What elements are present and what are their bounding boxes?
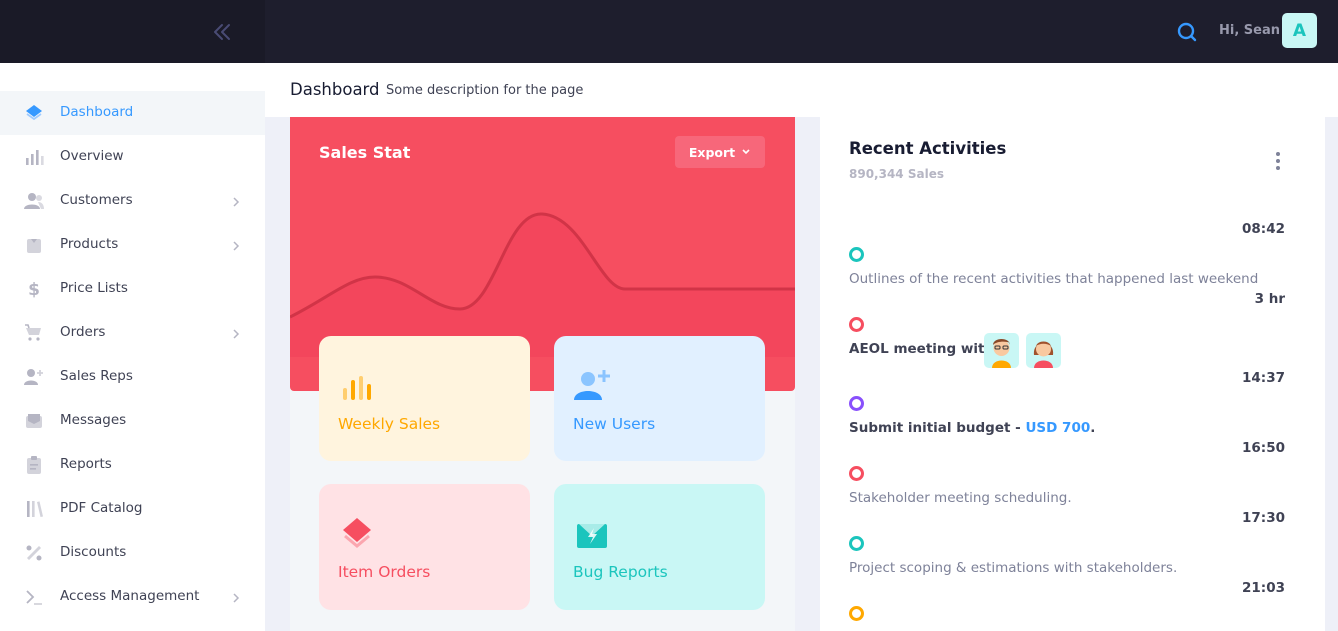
recent-activities-subtitle: 890,344 Sales [849,167,944,181]
new-users-label: New Users [573,415,656,433]
sidebar-item-customers[interactable]: Customers [0,179,265,223]
bar-chart-icon [337,366,377,406]
chevron-right-icon [230,590,242,604]
sales-stat-card: Sales Stat Export Weekly Sales New Users… [290,117,795,631]
activity-time: 3 hr [1254,291,1285,307]
new-users-tile[interactable]: New Users [554,336,765,461]
sidebar-item-sales-reps[interactable]: Sales Reps [0,355,265,399]
activity-amount[interactable]: USD 700 [1025,420,1090,436]
sidebar-item-discounts[interactable]: Discounts [0,531,265,575]
activity-dot [849,317,864,332]
activity-text: Project scoping & estimations with stake… [849,560,1178,576]
activity-dot [849,396,864,411]
sidebar-item-label: Access Management [60,588,200,604]
library-icon [23,498,45,520]
sidebar-item-overview[interactable]: Overview [0,135,265,179]
activity-text: Stakeholder meeting scheduling. [849,490,1072,506]
activity-dot [849,606,864,621]
activity-time: 14:37 [1242,370,1285,386]
recent-activities-title: Recent Activities [849,139,1007,158]
sales-wave-chart [290,212,795,357]
activity-dot [849,247,864,262]
sidebar-item-dashboard[interactable]: Dashboard [0,91,265,135]
activity-time: 08:42 [1242,221,1285,237]
activity-text: Submit initial budget - USD 700. [849,420,1095,436]
chevron-right-icon [230,326,242,340]
mail-notification-icon [572,514,612,554]
sidebar-item-messages[interactable]: Messages [0,399,265,443]
page-description: Some description for the page [386,83,584,98]
sidebar-item-price-lists[interactable]: $ Price Lists [0,267,265,311]
weekly-sales-label: Weekly Sales [338,415,441,433]
activity-time: 17:30 [1242,510,1285,526]
export-label: Export [688,144,736,160]
sales-stat-title: Sales Stat [319,143,411,162]
attendee-avatar[interactable] [984,333,1019,368]
activity-text-after: . [1090,420,1096,436]
layers-icon [23,102,45,124]
svg-text:$: $ [28,280,40,299]
more-options-icon[interactable] [1268,150,1288,172]
sidebar-item-label: Messages [60,412,127,428]
user-greeting[interactable]: Hi, Sean [1219,23,1280,38]
subheader: Dashboard Some description for the page [265,63,1338,117]
activity-time: 16:50 [1242,440,1285,456]
sidebar-item-products[interactable]: Products [0,223,265,267]
top-bar: Hi, Sean A [0,0,1338,63]
search-icon[interactable] [1176,21,1198,43]
bug-reports-tile[interactable]: Bug Reports [554,484,765,610]
brand-area [0,0,265,63]
sidebar-item-label: Customers [60,192,133,208]
item-orders-tile[interactable]: Item Orders [319,484,530,610]
box-icon [23,234,45,256]
bar-chart-icon [23,146,45,168]
cart-icon [23,322,45,344]
percent-icon [23,542,45,564]
sidebar-item-label: Dashboard [60,104,134,120]
sidebar-item-label: Orders [60,324,106,340]
dollar-icon: $ [23,278,45,300]
recent-activities-card: Recent Activities 890,344 Sales 08:42 Ou… [820,117,1325,631]
activity-time: 21:03 [1242,580,1285,596]
sidebar-item-label: Reports [60,456,112,472]
chevron-down-icon [742,149,750,155]
user-avatar[interactable]: A [1282,13,1317,48]
chevron-right-icon [230,194,242,208]
activity-dot [849,466,864,481]
sidebar-item-label: PDF Catalog [60,500,143,516]
sidebar-item-reports[interactable]: Reports [0,443,265,487]
bug-reports-label: Bug Reports [573,563,668,581]
terminal-icon [23,586,45,608]
attendee-avatar[interactable] [1026,333,1061,368]
sidebar-item-label: Products [60,236,119,252]
add-user-icon [23,366,45,388]
weekly-sales-tile[interactable]: Weekly Sales [319,336,530,461]
sidebar-item-orders[interactable]: Orders [0,311,265,355]
activity-text-before: Submit initial budget - [849,420,1026,436]
activity-dot [849,536,864,551]
sidebar: Dashboard Overview Customers Products $ … [0,63,265,631]
sidebar-item-label: Sales Reps [60,368,133,384]
activity-text: Outlines of the recent activities that h… [849,271,1259,287]
sidebar-item-label: Discounts [60,544,127,560]
layers-icon [337,514,377,554]
chevron-right-icon [230,238,242,252]
export-button[interactable]: Export [675,136,765,168]
sidebar-item-label: Price Lists [60,280,128,296]
activity-text: AEOL meeting with [849,341,995,357]
sidebar-item-pdf-catalog[interactable]: PDF Catalog [0,487,265,531]
sidebar-item-access-management[interactable]: Access Management [0,575,265,619]
add-user-icon [572,366,612,406]
mail-icon [23,410,45,432]
clipboard-icon [23,454,45,476]
users-icon [23,190,45,212]
page-title: Dashboard [290,80,380,99]
sidebar-item-label: Overview [60,148,124,164]
collapse-sidebar-icon[interactable] [210,20,234,44]
item-orders-label: Item Orders [338,563,431,581]
